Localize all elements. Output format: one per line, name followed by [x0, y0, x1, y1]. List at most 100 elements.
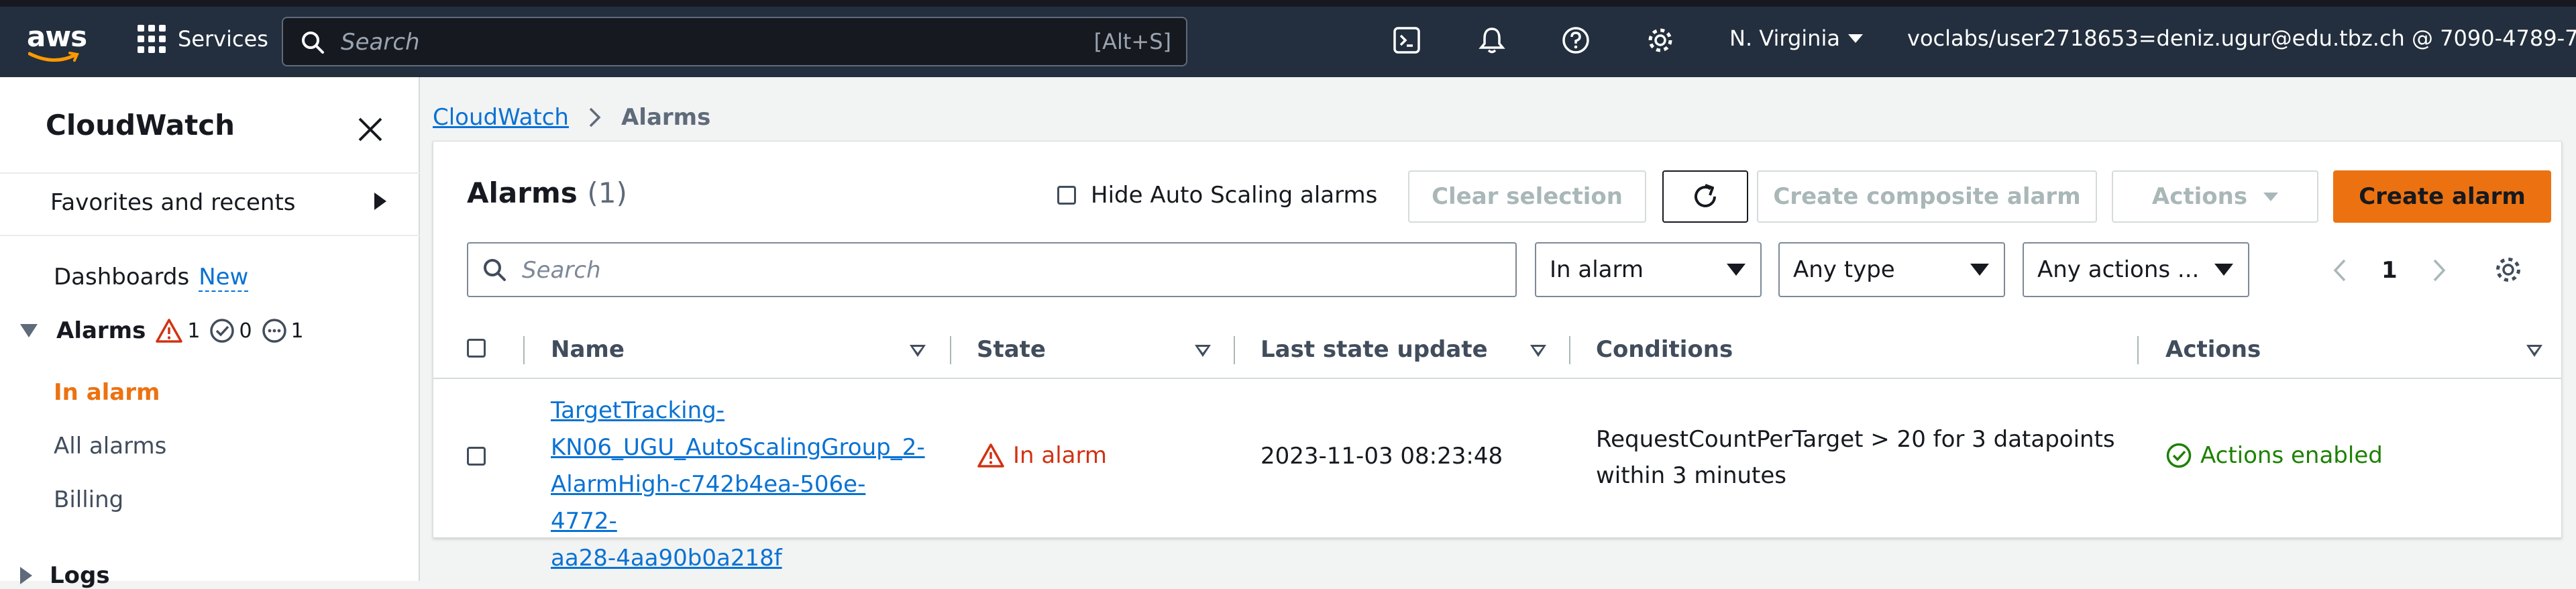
chevron-right-icon[interactable]	[2431, 258, 2447, 283]
aws-logo[interactable]: aws	[27, 20, 87, 62]
page-number[interactable]: 1	[2381, 257, 2398, 284]
caret-right-icon[interactable]	[374, 193, 386, 210]
sidebar-item-label: Alarms	[56, 317, 146, 344]
hide-autoscaling-label: Hide Auto Scaling alarms	[1091, 182, 1378, 209]
hide-autoscaling-checkbox[interactable]	[1057, 186, 1076, 205]
sidebar-divider	[0, 172, 420, 174]
breadcrumb: CloudWatch Alarms	[433, 104, 710, 131]
state-filter-value: In alarm	[1550, 256, 1644, 283]
column-header-name[interactable]: Name	[551, 336, 625, 363]
new-badge[interactable]: New	[199, 264, 249, 292]
row-checkbox[interactable]	[467, 447, 486, 466]
pagination: 1	[2332, 257, 2447, 284]
sidebar-item-label: Dashboards	[54, 264, 190, 290]
warning-icon	[977, 443, 1004, 468]
caret-down-icon	[1970, 264, 1989, 276]
ok-count-badge: 0	[209, 318, 252, 343]
close-icon[interactable]	[356, 115, 385, 144]
actions-dropdown-button[interactable]: Actions	[2112, 170, 2318, 223]
caret-down-icon[interactable]	[20, 324, 38, 337]
search-shortcut: [Alt+S]	[1093, 29, 1171, 54]
alarm-name-line[interactable]: aa28-4aa90b0a218f	[551, 540, 926, 577]
sort-icon[interactable]	[2526, 345, 2542, 357]
actions-status: Actions enabled	[2165, 442, 2383, 469]
column-header-last-update[interactable]: Last state update	[1260, 336, 1488, 363]
type-filter-select[interactable]: Any type	[1778, 242, 2005, 297]
clear-selection-button[interactable]: Clear selection	[1408, 170, 1646, 223]
sidebar-item-dashboards[interactable]: Dashboards New	[54, 264, 249, 292]
in-alarm-count-badge: 1	[155, 318, 200, 343]
column-header-conditions: Conditions	[1596, 336, 1733, 363]
state-filter-select[interactable]: In alarm	[1535, 242, 1762, 297]
global-search[interactable]: [Alt+S]	[282, 17, 1187, 66]
last-state-update: 2023-11-03 08:23:48	[1260, 443, 1503, 470]
top-strip	[0, 0, 2576, 7]
actions-filter-select[interactable]: Any actions ...	[2023, 242, 2249, 297]
sort-icon[interactable]	[910, 345, 926, 357]
check-circle-icon	[2166, 443, 2192, 468]
services-label: Services	[178, 26, 268, 52]
insufficient-count: 1	[290, 319, 304, 343]
select-all-checkbox[interactable]	[467, 339, 486, 358]
sidebar-item-all-alarms[interactable]: All alarms	[54, 433, 166, 460]
alarm-conditions: RequestCountPerTarget > 20 for 3 datapoi…	[1596, 421, 2146, 494]
alarm-name-line[interactable]: AlarmHigh-c742b4ea-506e-4772-	[551, 466, 926, 540]
ok-count: 0	[239, 319, 252, 343]
sort-icon[interactable]	[1530, 345, 1546, 357]
chevron-right-icon	[589, 107, 601, 127]
alarm-search-input[interactable]	[521, 244, 1496, 297]
help-icon[interactable]	[1561, 25, 1591, 55]
in-alarm-count: 1	[187, 319, 201, 343]
column-divider	[523, 336, 525, 364]
breadcrumb-cloudwatch-link[interactable]: CloudWatch	[433, 104, 569, 131]
table-row[interactable]: TargetTracking- KN06_UGU_AutoScalingGrou…	[433, 378, 2561, 572]
settings-icon[interactable]	[1646, 25, 1675, 55]
condition-line: RequestCountPerTarget > 20 for 3 datapoi…	[1596, 426, 2115, 453]
chevron-left-icon[interactable]	[2332, 258, 2348, 283]
alarms-panel: Alarms (1) Hide Auto Scaling alarms Clea…	[433, 141, 2562, 572]
search-icon	[302, 32, 324, 54]
services-menu-button[interactable]: Services	[138, 21, 268, 56]
refresh-icon	[1695, 184, 1716, 207]
actions-label: Actions	[2151, 183, 2248, 210]
ellipsis-circle-icon	[262, 319, 286, 343]
actions-status-label: Actions enabled	[2200, 442, 2383, 469]
alarm-name-link[interactable]: TargetTracking- KN06_UGU_AutoScalingGrou…	[551, 392, 926, 577]
global-search-input[interactable]	[339, 18, 1080, 66]
caret-right-icon[interactable]	[20, 567, 32, 584]
hide-autoscaling-toggle[interactable]: Hide Auto Scaling alarms	[1057, 182, 1377, 209]
account-menu[interactable]: voclabs/user2718653=deniz.ugur@edu.tbz.c…	[1907, 25, 2576, 51]
sidebar: CloudWatch Favorites and recents Dashboa…	[0, 77, 420, 581]
search-icon	[484, 259, 506, 281]
alarm-name-line[interactable]: KN06_UGU_AutoScalingGroup_2-	[551, 429, 926, 466]
sidebar-item-favorites[interactable]: Favorites and recents	[50, 189, 296, 216]
type-filter-value: Any type	[1793, 256, 1895, 283]
alarm-state-label: In alarm	[1013, 442, 1108, 469]
sidebar-item-label: Logs	[50, 562, 110, 589]
grid-icon	[138, 25, 166, 53]
alarm-search[interactable]	[467, 242, 1517, 297]
sidebar-item-logs[interactable]: Logs	[20, 562, 110, 589]
column-divider	[1234, 336, 1235, 364]
aws-smile-icon	[28, 52, 79, 62]
sidebar-item-in-alarm[interactable]: In alarm	[54, 379, 160, 406]
sidebar-item-billing[interactable]: Billing	[54, 486, 123, 513]
create-alarm-button[interactable]: Create alarm	[2333, 170, 2551, 223]
column-header-actions: Actions	[2165, 336, 2261, 363]
chevron-down-icon	[2263, 192, 2279, 201]
page-title: Alarms (1)	[467, 176, 627, 209]
sidebar-title: CloudWatch	[46, 109, 235, 142]
create-composite-alarm-button[interactable]: Create composite alarm	[1757, 170, 2097, 223]
bell-icon[interactable]	[1477, 25, 1507, 55]
region-selector[interactable]: N. Virginia	[1729, 25, 1863, 51]
refresh-button[interactable]	[1662, 170, 1748, 223]
alarm-name-line[interactable]: TargetTracking-	[551, 392, 926, 429]
cloudshell-icon[interactable]	[1392, 25, 1421, 55]
warning-icon	[156, 319, 183, 343]
table-settings-icon[interactable]	[2493, 254, 2524, 285]
sidebar-divider	[0, 235, 420, 236]
breadcrumb-current: Alarms	[621, 104, 711, 131]
column-header-state[interactable]: State	[977, 336, 1046, 363]
sort-icon[interactable]	[1195, 345, 1211, 357]
sidebar-item-alarms[interactable]: Alarms 1 0 1	[20, 317, 304, 344]
